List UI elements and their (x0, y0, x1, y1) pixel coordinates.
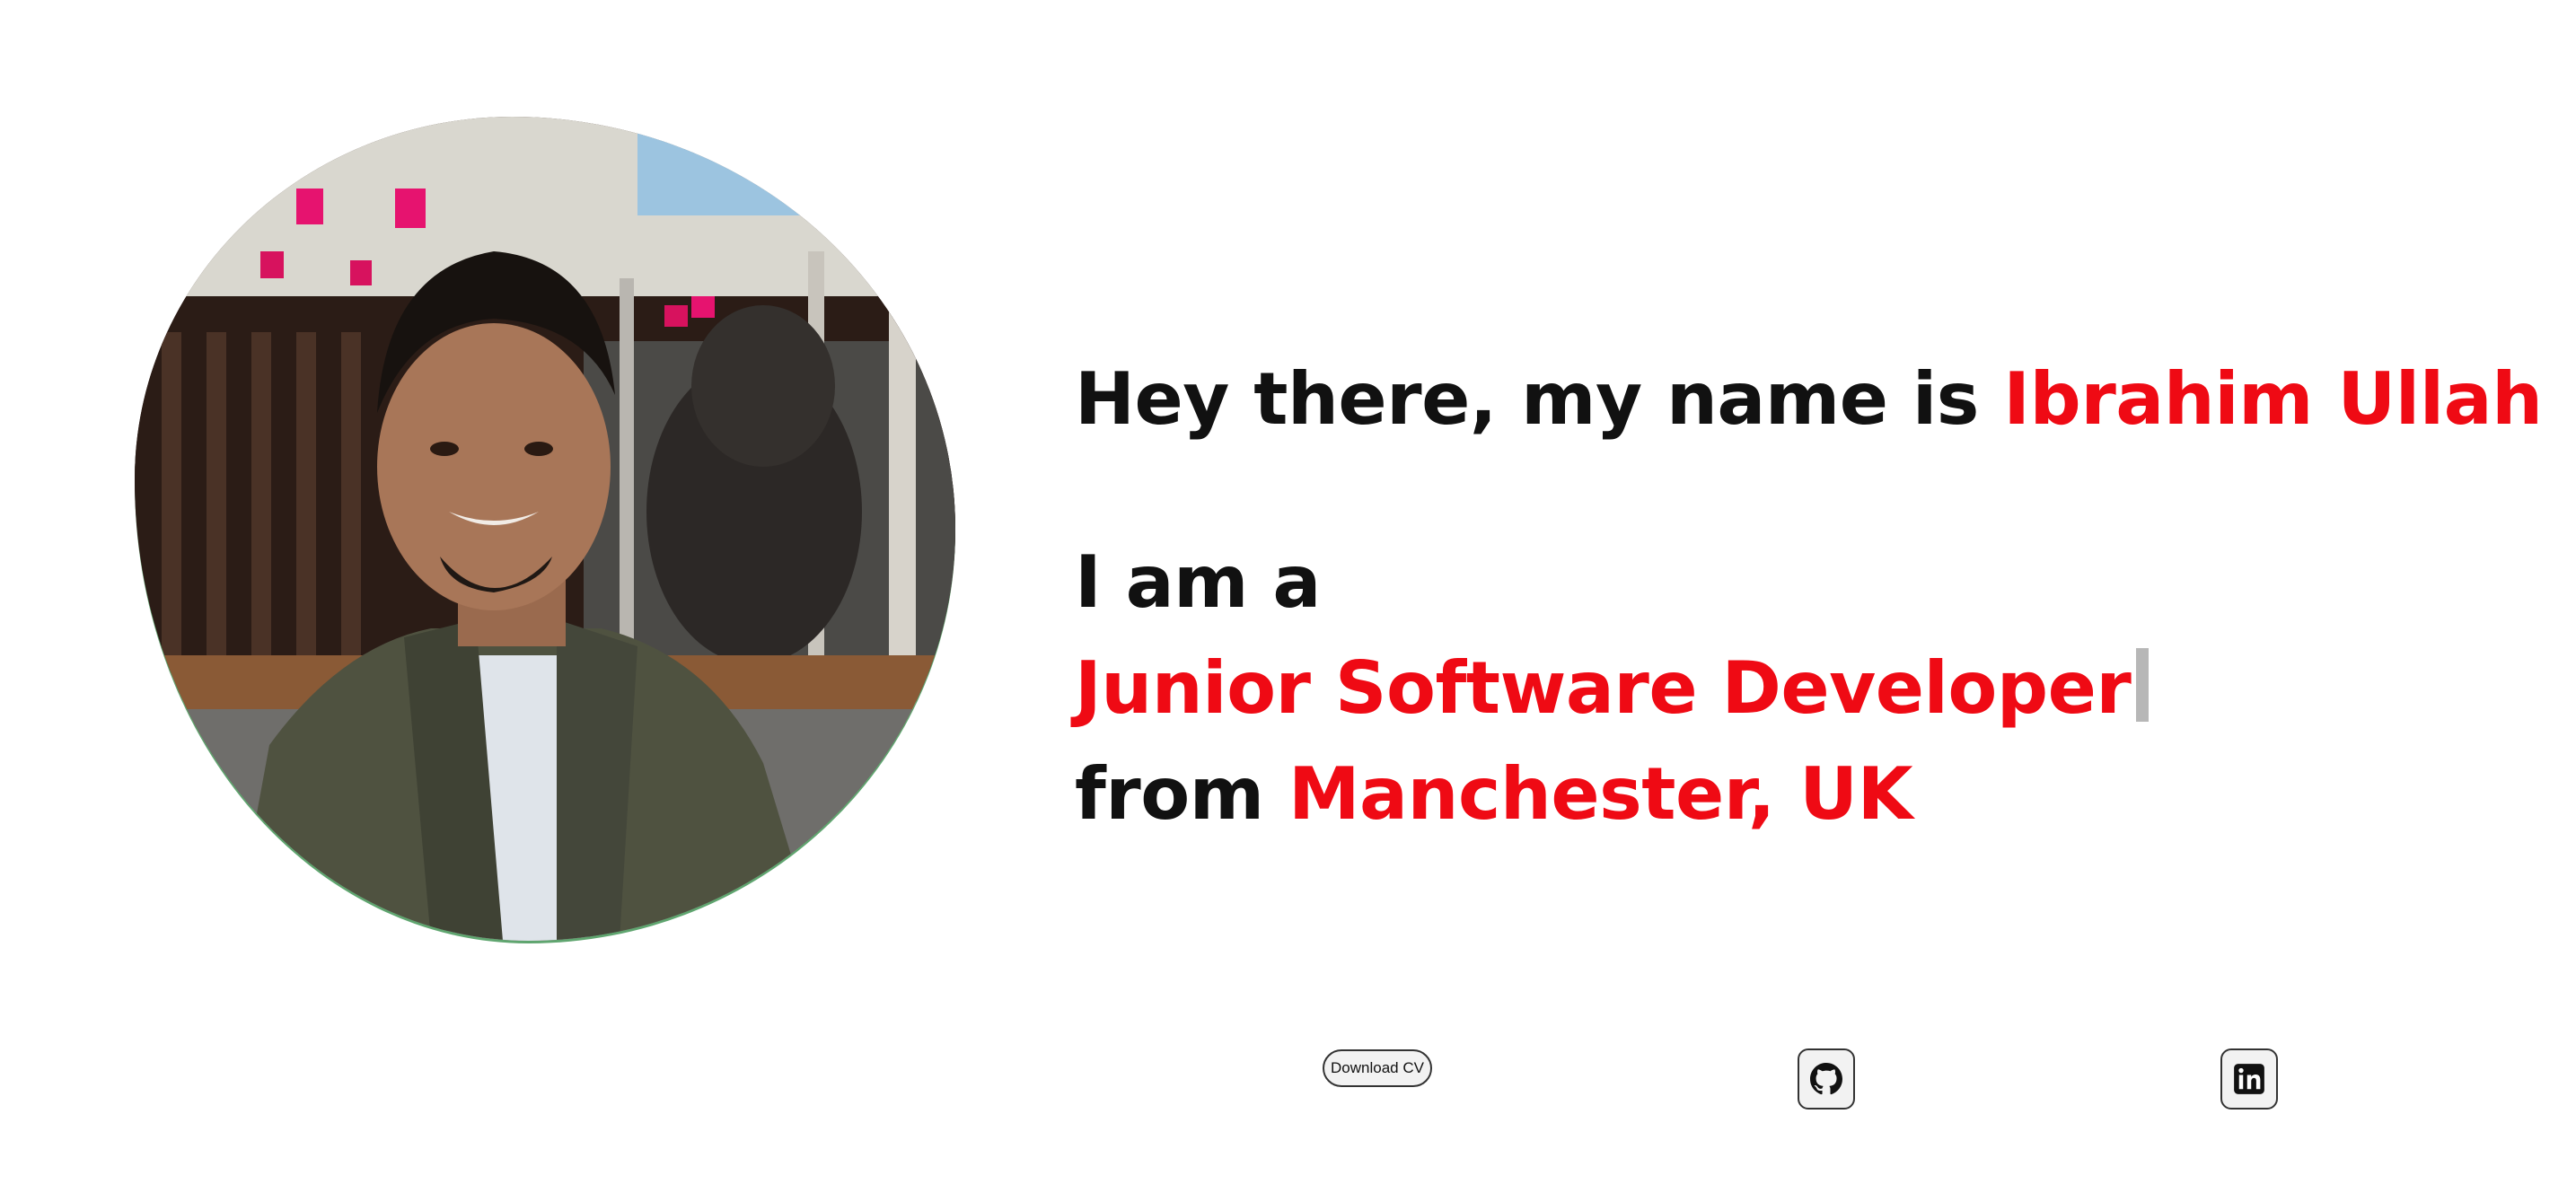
intro-text: Hey there, my name is Ibrahim Ullah I am… (1075, 346, 2543, 847)
developer-name: Ibrahim Ullah (2003, 357, 2543, 441)
role-prefix: I am a (1075, 540, 1321, 624)
location-value: Manchester, UK (1288, 752, 1913, 836)
profile-photo (135, 117, 955, 941)
location-prefix: from (1075, 752, 1264, 836)
role-title: Junior Software Developer (1075, 646, 2132, 730)
typing-caret (2136, 648, 2150, 722)
linkedin-icon (2233, 1063, 2265, 1095)
role-line: Junior Software Developer (1075, 636, 2511, 741)
location-line: from Manchester, UK (1075, 741, 2511, 847)
github-icon (1810, 1063, 1842, 1095)
greeting-line: Hey there, my name is Ibrahim Ullah (1075, 346, 2543, 452)
download-cv-button[interactable]: Download CV (1323, 1049, 1432, 1087)
github-link[interactable] (1798, 1048, 1855, 1110)
greeting-prefix: Hey there, my name is (1075, 357, 1979, 441)
linkedin-link[interactable] (2220, 1048, 2278, 1110)
profile-photo-illustration (135, 117, 955, 941)
